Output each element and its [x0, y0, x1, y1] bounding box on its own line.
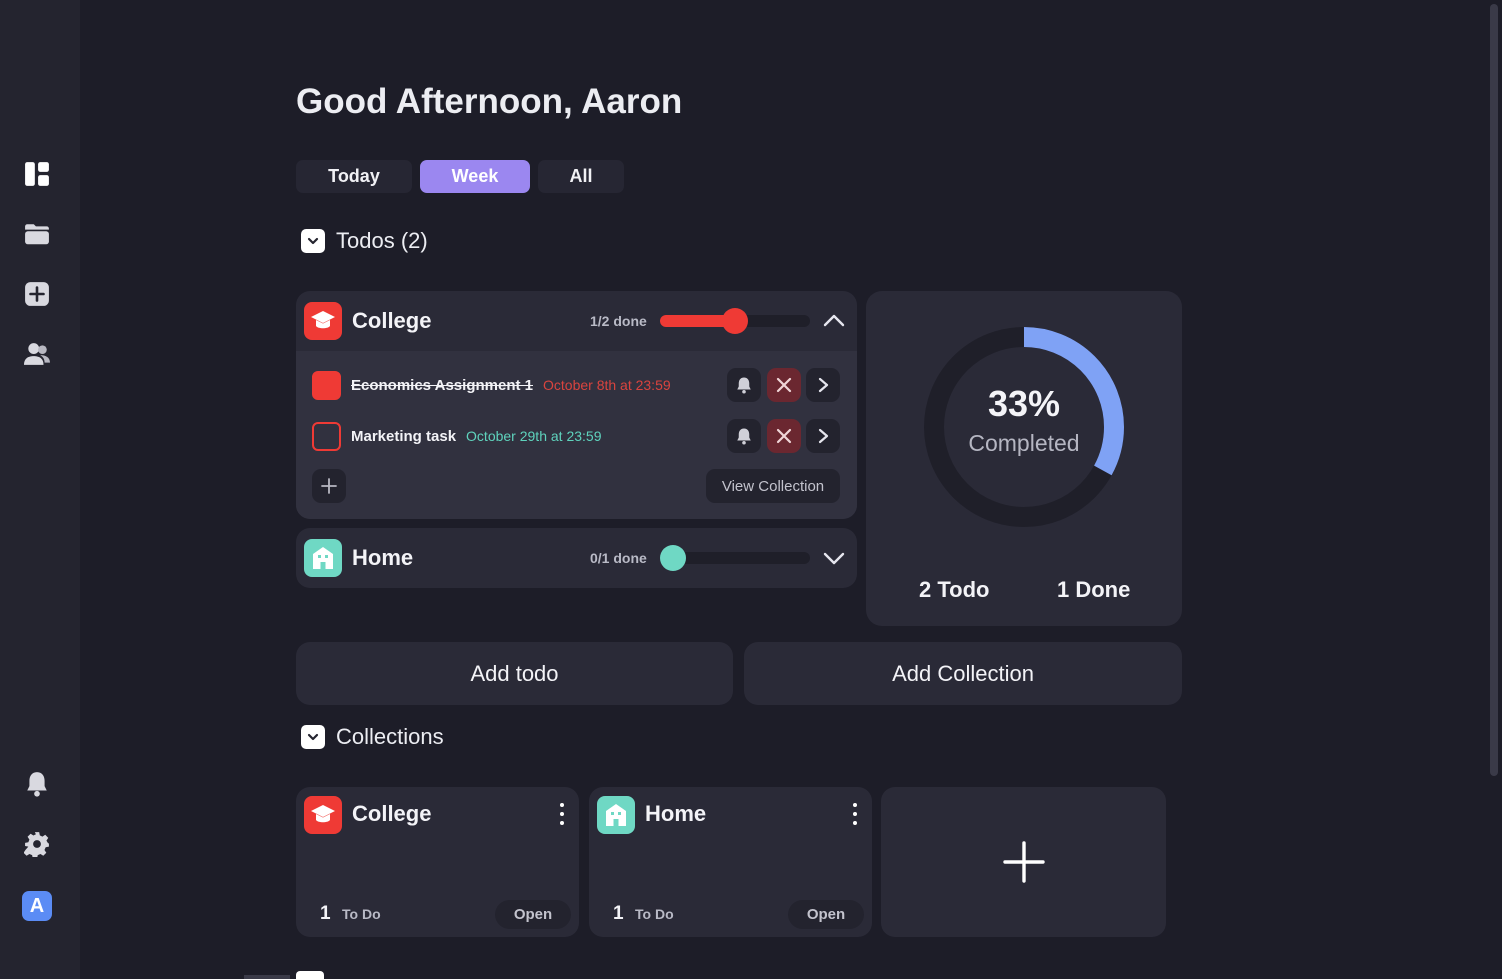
dashboard-icon[interactable] [23, 160, 51, 188]
tab-all[interactable]: All [538, 160, 624, 193]
progress-bar [660, 308, 810, 334]
page-title: Good Afternoon, Aaron [296, 82, 683, 121]
chevron-up-icon[interactable] [822, 309, 846, 333]
bell-icon[interactable] [23, 770, 51, 798]
users-icon[interactable] [23, 340, 51, 368]
sidebar: A [0, 0, 80, 979]
collection-name: Home [645, 801, 707, 826]
add-collection-card[interactable] [881, 787, 1166, 937]
bell-icon[interactable] [727, 368, 761, 402]
completion-label: Completed [968, 430, 1080, 456]
add-todo-button[interactable]: Add todo [296, 642, 733, 705]
open-collection-button[interactable]: Open [495, 900, 571, 929]
progress-knob [660, 545, 686, 571]
plus-icon [1002, 841, 1045, 883]
chevron-right-icon[interactable] [806, 368, 840, 402]
add-todo-small-button[interactable] [312, 469, 346, 503]
divider [244, 975, 290, 979]
chevron-right-icon[interactable] [806, 419, 840, 453]
close-icon[interactable] [767, 368, 801, 402]
todo-list: Economics Assignment 1 October 8th at 23… [296, 351, 857, 519]
gear-icon[interactable] [23, 830, 51, 858]
more-options-icon[interactable] [848, 803, 862, 825]
house-icon [597, 796, 635, 834]
todo-item: Marketing task October 29th at 23:59 [312, 419, 842, 453]
view-collection-button[interactable]: View Collection [706, 469, 840, 503]
more-options-icon[interactable] [555, 803, 569, 825]
chevron-down-icon[interactable] [822, 546, 846, 570]
collections-section-toggle[interactable]: Collections [301, 724, 444, 750]
bell-icon[interactable] [727, 419, 761, 453]
house-icon [304, 539, 342, 577]
add-square-icon[interactable] [23, 280, 51, 308]
close-icon[interactable] [767, 419, 801, 453]
todo-checkbox[interactable] [312, 421, 341, 451]
completion-stats-card: 33% Completed 2 Todo 1 Done [866, 291, 1182, 626]
todos-section-title: Todos (2) [336, 228, 428, 253]
graduation-cap-icon [304, 796, 342, 834]
collections-section-title: Collections [336, 724, 444, 749]
scrollbar[interactable] [1490, 4, 1498, 776]
todo-count: 1 [320, 903, 331, 924]
done-count: 1 Done [1057, 577, 1131, 602]
collection-name: College [352, 801, 432, 826]
collection-header-college[interactable]: College 1/2 done [296, 291, 857, 351]
todo-name: Economics Assignment 1 [351, 376, 533, 394]
todo-name: Marketing task [351, 427, 457, 445]
collection-name: College [352, 308, 432, 333]
done-count: 0/1 done [590, 550, 647, 566]
collection-panel-home: Home 0/1 done [296, 528, 857, 588]
chevron-down-icon [301, 229, 325, 253]
todo-count-label: To Do [635, 906, 674, 922]
todo-count-label: To Do [342, 906, 381, 922]
avatar[interactable]: A [22, 891, 52, 921]
todo-count: 2 Todo [919, 577, 990, 602]
plus-icon [321, 478, 337, 494]
folder-icon[interactable] [23, 220, 51, 248]
collection-panel-college: College 1/2 done Economics Assignment 1 … [296, 291, 857, 519]
completion-ring [924, 327, 1124, 527]
todo-count: 1 [613, 903, 624, 924]
open-collection-button[interactable]: Open [788, 900, 864, 929]
done-count: 1/2 done [590, 313, 647, 329]
todo-checkbox[interactable] [312, 370, 341, 400]
todo-date: October 29th at 23:59 [466, 428, 602, 444]
todo-date: October 8th at 23:59 [543, 377, 671, 393]
collection-header-home[interactable]: Home 0/1 done [296, 528, 857, 588]
chevron-down-icon [301, 725, 325, 749]
graduation-cap-icon [304, 302, 342, 340]
progress-knob [722, 308, 748, 334]
section-toggle-peek [296, 971, 324, 979]
add-collection-button[interactable]: Add Collection [744, 642, 1182, 705]
collection-card-home[interactable]: Home 1 To Do Open [589, 787, 872, 937]
filter-tabs: Today Week All [296, 160, 624, 193]
collection-name: Home [352, 545, 414, 570]
collection-card-college[interactable]: College 1 To Do Open [296, 787, 579, 937]
progress-bar [660, 545, 810, 571]
todos-section-toggle[interactable]: Todos (2) [301, 228, 428, 254]
completion-percent: 33% [987, 383, 1061, 424]
todo-item: Economics Assignment 1 October 8th at 23… [312, 368, 842, 402]
tab-today[interactable]: Today [296, 160, 412, 193]
tab-week[interactable]: Week [420, 160, 530, 193]
